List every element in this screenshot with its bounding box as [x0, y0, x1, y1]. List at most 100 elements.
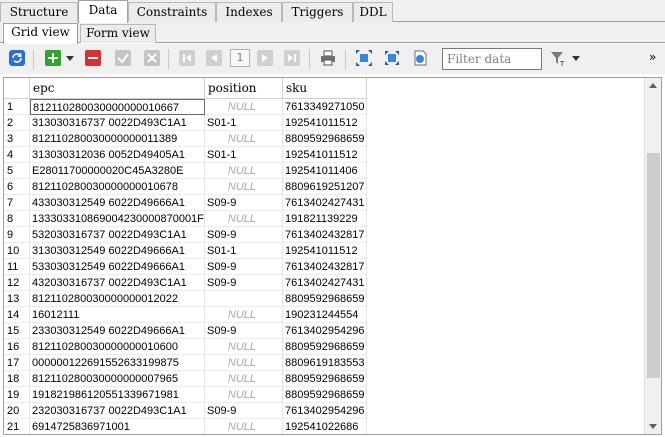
cell-position[interactable]: NULL [205, 179, 283, 195]
add-row-icon[interactable] [44, 49, 62, 67]
tab-constraints[interactable]: Constraints [128, 2, 216, 22]
cell-sku[interactable]: 8809619183553 [283, 355, 367, 371]
more-tools-icon[interactable]: » [649, 50, 656, 64]
commit-icon[interactable] [114, 49, 132, 67]
rollback-icon[interactable] [143, 49, 161, 67]
table-row[interactable]: 18 812110280030000000007965 NULL 8809592968… [4, 371, 644, 387]
cell-sku[interactable]: 8809592968659 [283, 387, 367, 403]
table-row[interactable]: 11 533030312549 6022D49666A1 S09-9 76134024… [4, 259, 644, 275]
table-row[interactable]: 16 812110280030000000010600 NULL 8809592968… [4, 339, 644, 355]
cell-position[interactable]: S01-1 [205, 243, 283, 259]
table-row[interactable]: 4 313030312036 0052D49405A1 S01-1 192541011… [4, 147, 644, 163]
cell-position[interactable]: S09-9 [205, 323, 283, 339]
table-row[interactable]: 7 433030312549 6022D49666A1 S09-9 761340242… [4, 195, 644, 211]
cell-epc[interactable]: 232030316737 0022D493C1A1 [30, 403, 205, 419]
fit-columns-icon[interactable] [355, 49, 373, 67]
next-page-icon[interactable] [256, 49, 274, 67]
scroll-up-icon[interactable] [649, 83, 657, 88]
cell-epc[interactable]: 533030312549 6022D49666A1 [30, 259, 205, 275]
cell-epc[interactable]: E28011700000020C45A3280E [30, 163, 205, 179]
previous-page-icon[interactable] [205, 49, 223, 67]
cell-sku[interactable]: 192541022686 [283, 419, 367, 434]
cell-epc[interactable]: 133303310869004230000870001F [30, 211, 205, 227]
filter-icon[interactable]: T [549, 49, 567, 67]
cell-epc[interactable]: 812110280030000000010667 [30, 99, 205, 115]
cell-sku[interactable]: 7613402432817 [283, 227, 367, 243]
cell-position[interactable]: NULL [205, 371, 283, 387]
cell-epc[interactable]: 433030312549 6022D49666A1 [30, 195, 205, 211]
cell-sku[interactable]: 192541011512 [283, 115, 367, 131]
cell-epc[interactable]: 313030312549 6022D49666A1 [30, 243, 205, 259]
cell-position[interactable]: NULL [205, 339, 283, 355]
export-icon[interactable] [411, 49, 429, 67]
cell-position[interactable]: NULL [205, 419, 283, 434]
cell-epc[interactable]: 233030312549 6022D49666A1 [30, 323, 205, 339]
print-icon[interactable] [319, 49, 337, 67]
fit-rows-icon[interactable] [383, 49, 401, 67]
cell-sku[interactable]: 7613402954296 [283, 323, 367, 339]
cell-position[interactable]: NULL [205, 99, 283, 115]
cell-position[interactable]: S09-9 [205, 259, 283, 275]
cell-epc[interactable]: 313030316737 0022D493C1A1 [30, 115, 205, 131]
cell-epc[interactable]: 812110280030000000010678 [30, 179, 205, 195]
tab-structure[interactable]: Structure [0, 2, 78, 22]
table-row[interactable]: 9 532030316737 0022D493C1A1 S09-9 761340243… [4, 227, 644, 243]
cell-position[interactable]: NULL [205, 307, 283, 323]
tab-grid-view[interactable]: Grid view [3, 23, 78, 44]
cell-epc[interactable]: 191821986120551339671981 [30, 387, 205, 403]
cell-position[interactable]: NULL [205, 387, 283, 403]
tab-ddl[interactable]: DDL [353, 2, 393, 22]
cell-position[interactable]: NULL [205, 131, 283, 147]
filter-dropdown-icon[interactable] [571, 49, 581, 67]
cell-sku[interactable]: 192541011512 [283, 147, 367, 163]
cell-position[interactable]: S09-9 [205, 275, 283, 291]
table-row[interactable]: 20 232030316737 0022D493C1A1 S09-9 76134029… [4, 403, 644, 419]
filter-data-input[interactable] [442, 48, 542, 70]
cell-sku[interactable]: 190231244554 [283, 307, 367, 323]
tab-form-view[interactable]: Form view [80, 24, 156, 43]
page-number-field[interactable]: 1 [230, 49, 250, 67]
table-row[interactable]: 17 000000122691552633199875 NULL 8809619183… [4, 355, 644, 371]
cell-epc[interactable]: 812110280030000000012022 [30, 291, 205, 307]
cell-sku[interactable]: 7613402427431 [283, 195, 367, 211]
delete-row-icon[interactable] [84, 49, 102, 67]
data-grid[interactable]: epc position sku 1 8121102800300000000106… [3, 77, 662, 435]
cell-sku[interactable]: 192541011512 [283, 243, 367, 259]
cell-position[interactable]: S09-9 [205, 403, 283, 419]
cell-position[interactable]: S01-1 [205, 115, 283, 131]
column-header-epc[interactable]: epc [30, 78, 205, 99]
tab-indexes[interactable]: Indexes [216, 2, 282, 22]
table-row[interactable]: 21 6914725836971001 NULL 192541022686 [4, 419, 644, 434]
cell-position[interactable]: S01-1 [205, 147, 283, 163]
tab-triggers[interactable]: Triggers [282, 2, 353, 22]
cell-epc[interactable]: 812110280030000000011389 [30, 131, 205, 147]
table-row[interactable]: 10 313030312549 6022D49666A1 S01-1 19254101… [4, 243, 644, 259]
table-row[interactable]: 3 812110280030000000011389 NULL 88095929686… [4, 131, 644, 147]
cell-sku[interactable]: 8809619251207 [283, 179, 367, 195]
scrollbar-thumb[interactable] [647, 153, 660, 378]
column-header-sku[interactable]: sku [283, 78, 367, 99]
cell-epc[interactable]: 432030316737 0022D493C1A1 [30, 275, 205, 291]
table-row[interactable]: 6 812110280030000000010678 NULL 88096192512… [4, 179, 644, 195]
cell-position[interactable]: S09-9 [205, 195, 283, 211]
cell-position[interactable]: NULL [205, 211, 283, 227]
cell-sku[interactable]: 8809592968659 [283, 371, 367, 387]
tab-data[interactable]: Data [78, 0, 128, 23]
refresh-icon[interactable] [8, 49, 26, 67]
cell-epc[interactable]: 16012111 [30, 307, 205, 323]
cell-sku[interactable]: 192541011406 [283, 163, 367, 179]
vertical-scrollbar[interactable] [644, 78, 661, 434]
cell-sku[interactable]: 7613402954296 [283, 403, 367, 419]
cell-epc[interactable]: 6914725836971001 [30, 419, 205, 434]
cell-sku[interactable]: 7613349271050 [283, 99, 367, 115]
table-row[interactable]: 2 313030316737 0022D493C1A1 S01-1 192541011… [4, 115, 644, 131]
table-row[interactable]: 12 432030316737 0022D493C1A1 S09-9 76134024… [4, 275, 644, 291]
cell-epc[interactable]: 532030316737 0022D493C1A1 [30, 227, 205, 243]
scroll-down-icon[interactable] [649, 424, 657, 429]
first-page-icon[interactable] [178, 49, 196, 67]
table-row[interactable]: 15 233030312549 6022D49666A1 S09-9 76134029… [4, 323, 644, 339]
cell-epc[interactable]: 000000122691552633199875 [30, 355, 205, 371]
cell-sku[interactable]: 8809592968659 [283, 291, 367, 307]
table-row[interactable]: 19 191821986120551339671981 NULL 8809592968… [4, 387, 644, 403]
cell-position[interactable]: NULL [205, 355, 283, 371]
